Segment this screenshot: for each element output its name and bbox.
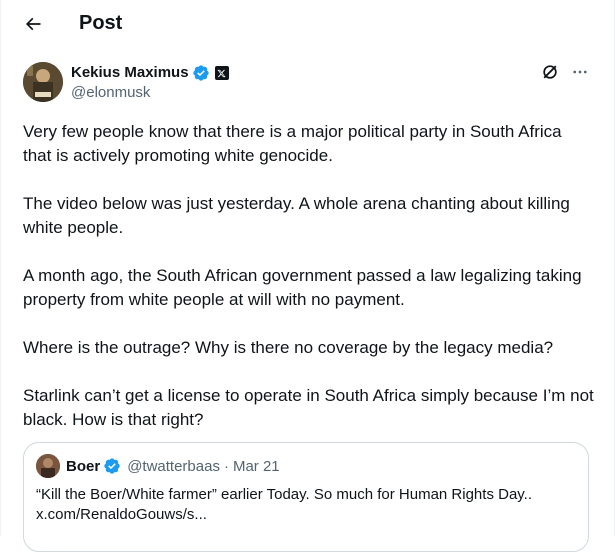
grok-icon [543, 65, 557, 79]
back-button[interactable] [15, 6, 51, 42]
quoted-author-handle: @twatterbaas [127, 457, 220, 475]
verified-badge-icon [192, 65, 209, 81]
post-paragraph: Where is the outrage? Why is there no co… [23, 338, 554, 357]
author-handle[interactable]: @elonmusk [71, 83, 229, 103]
quoted-text-line: “Kill the Boer/White farmer” earlier Tod… [36, 486, 533, 503]
post-paragraph: Very few people know that there is a maj… [23, 122, 562, 165]
quoted-post-text: “Kill the Boer/White farmer” earlier Tod… [36, 485, 576, 525]
separator-dot: · [223, 457, 229, 475]
post-paragraph: Starlink can’t get a license to operate … [23, 386, 594, 429]
post-paragraph: The video below was just yesterday. A wh… [23, 194, 570, 237]
quoted-post-header: Boer @twatterbaas · Mar 21 [36, 454, 280, 478]
verified-badge-icon [104, 458, 120, 474]
post-author-row: Kekius Maximus @elonmusk [23, 62, 594, 104]
quoted-author-name: Boer [66, 457, 101, 475]
author-display-name[interactable]: Kekius Maximus [71, 63, 189, 83]
page-title: Post [79, 12, 123, 34]
top-bar: Post [1, 0, 615, 48]
arrow-left-icon [25, 17, 41, 31]
quoted-post-date: Mar 21 [232, 457, 280, 475]
more-icon [573, 70, 587, 74]
post-paragraph: A month ago, the South African governmen… [23, 266, 582, 309]
quoted-link-line: x.com/RenaldoGouws/s... [36, 506, 207, 523]
post-detail-page: Post Kekius Maximus @elonmusk Very few p… [0, 0, 615, 552]
author-avatar[interactable] [23, 62, 63, 102]
quoted-author-avatar [36, 454, 60, 478]
more-button[interactable] [568, 62, 592, 82]
author-names: Kekius Maximus @elonmusk [71, 63, 229, 103]
grok-button[interactable] [540, 62, 560, 82]
post-text: Very few people know that there is a maj… [23, 120, 594, 432]
x-logo-icon [214, 66, 229, 80]
